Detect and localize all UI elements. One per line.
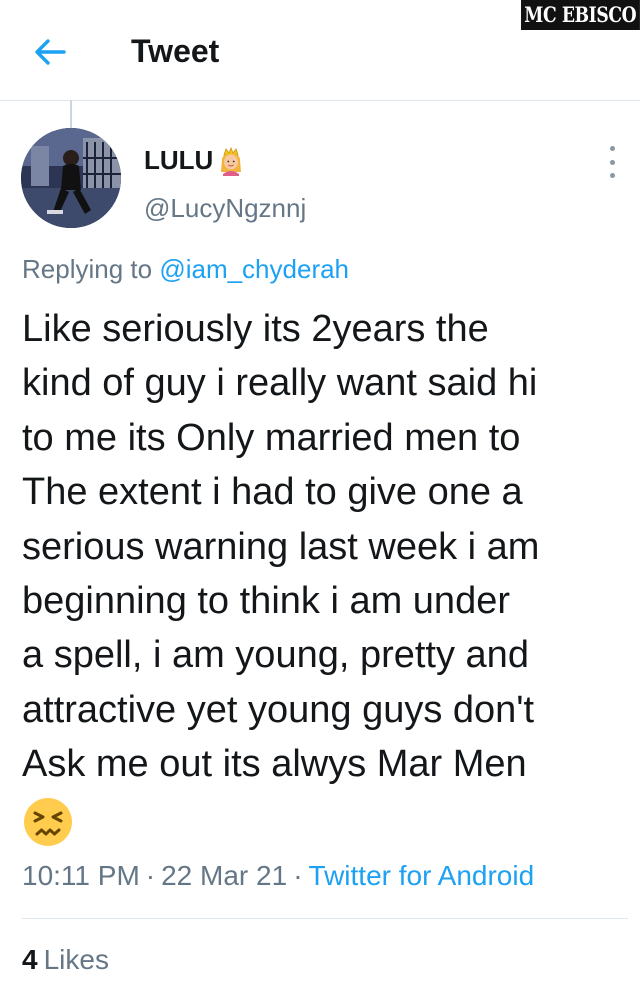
tweet-text-line: Ask me out its alwys Mar Men bbox=[22, 743, 527, 786]
author-handle[interactable]: @LucyNgznnj bbox=[144, 193, 306, 224]
replying-to-context: Replying to @iam_chyderah bbox=[22, 254, 349, 285]
likes-count: 4 bbox=[22, 944, 38, 975]
tweet-metadata: 10:11 PM · 22 Mar 21 · Twitter for Android bbox=[22, 860, 534, 892]
tweet-text: Like seriously its 2years the kind of gu… bbox=[22, 302, 622, 792]
meta-separator: · bbox=[145, 860, 156, 891]
tweet-text-line: beginning to think i am under bbox=[22, 580, 510, 623]
author-display-name[interactable]: LULU bbox=[144, 145, 245, 176]
tweet-text-line: a spell, i am young, pretty and bbox=[22, 634, 529, 677]
divider bbox=[22, 918, 628, 919]
back-button[interactable] bbox=[30, 34, 70, 70]
princess-emoji-icon bbox=[221, 146, 242, 176]
avatar[interactable] bbox=[21, 128, 121, 228]
replying-to-label: Replying to bbox=[22, 254, 153, 284]
tweet-text-line: The extent i had to give one a bbox=[22, 471, 523, 514]
tweet-text-line: to me its Only married men to bbox=[22, 416, 521, 459]
tweet-text-line: serious warning last week i am bbox=[22, 525, 540, 568]
thread-connector-line bbox=[70, 100, 72, 128]
top-app-bar: Tweet bbox=[0, 0, 640, 101]
persevering-face-emoji-icon bbox=[24, 798, 72, 846]
tweet-source-link[interactable]: Twitter for Android bbox=[309, 860, 535, 891]
tweet-text-line: Like seriously its 2years the bbox=[22, 308, 489, 350]
tweet-date: 22 Mar 21 bbox=[161, 860, 288, 891]
tweet-time: 10:11 PM bbox=[22, 860, 140, 891]
tweet-text-line: attractive yet young guys don't bbox=[22, 688, 535, 731]
more-dot-icon bbox=[609, 159, 615, 165]
avatar-photo bbox=[21, 128, 121, 228]
more-dot-icon bbox=[609, 146, 615, 151]
display-name-text: LULU bbox=[144, 145, 214, 175]
page-title: Tweet bbox=[131, 33, 220, 69]
replying-to-mention-link[interactable]: @iam_chyderah bbox=[159, 254, 349, 284]
likes-label: Likes bbox=[43, 944, 109, 975]
tweet-text-line: kind of guy i really want said hi bbox=[22, 362, 538, 405]
more-dot-icon bbox=[609, 173, 615, 178]
meta-separator: · bbox=[293, 860, 303, 891]
likes-count-button[interactable]: 4 Likes bbox=[22, 944, 109, 976]
arrow-left-icon bbox=[35, 39, 66, 65]
more-options-button[interactable] bbox=[600, 146, 624, 178]
